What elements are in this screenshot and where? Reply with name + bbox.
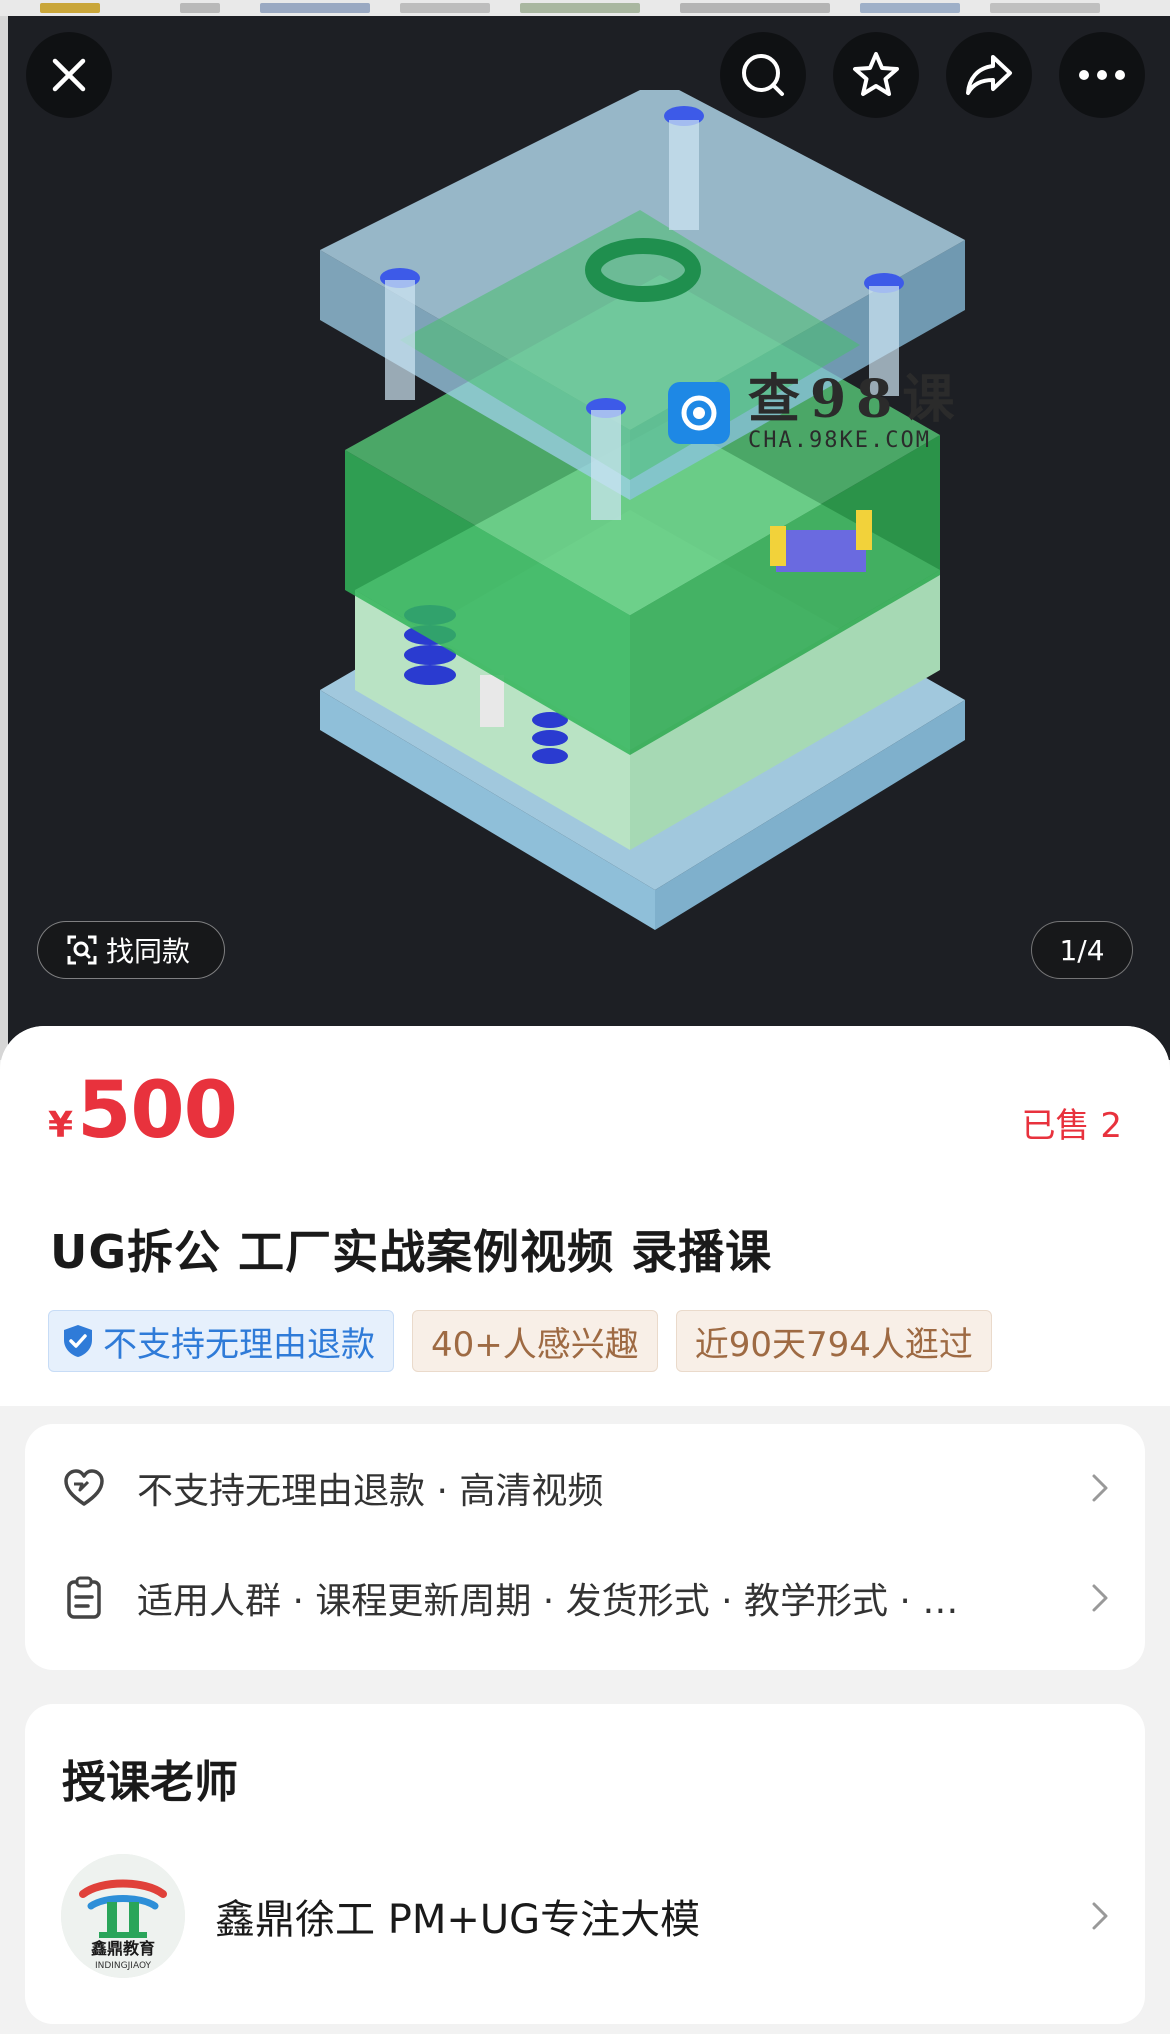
more-icon [1079,70,1125,80]
teacher-section-heading: 授课老师 [62,1757,238,1808]
find-similar-button[interactable]: 找同款 [37,921,225,979]
product-detail-page: 查98课 CHA.98KE.COM 找同款 1/4 ¥ 500 已售 2 UG拆… [0,0,1170,2034]
product-summary-card: ¥ 500 已售 2 UG拆公 工厂实战案例视频 录播课 不支持无理由退款 40… [0,1026,1170,1406]
watermark-logo-icon [668,381,730,444]
interest-count-label: 40+人感兴趣 [431,1324,639,1365]
watermark-title: 查98课 [748,369,965,430]
image-top-toolbar-strip [0,0,1170,16]
service-guarantee-text: 不支持无理由退款 · 高清视频 [137,1471,604,1512]
product-price: ¥ 500 [48,1066,238,1156]
product-image-gallery[interactable]: 查98课 CHA.98KE.COM 找同款 1/4 [0,0,1170,1060]
teacher-profile-row[interactable]: 鑫鼎教育 INDINGJIAOY 鑫鼎徐工 PM+UG专注大模 [61,1850,1109,1982]
course-params-text: 适用人群 · 课程更新周期 · 发货形式 · 教学形式 · … [137,1581,959,1622]
course-params-row[interactable]: 适用人群 · 课程更新周期 · 发货形式 · 教学形式 · … [61,1558,1109,1638]
heart-service-icon [61,1465,107,1511]
service-guarantee-row[interactable]: 不支持无理由退款 · 高清视频 [61,1448,1109,1528]
share-icon [966,55,1012,95]
close-icon [52,58,86,92]
image-pager-indicator: 1/4 [1031,921,1133,979]
price-value: 500 [77,1066,238,1156]
teacher-card: 授课老师 鑫鼎教育 INDINGJIAOY 鑫鼎徐工 PM+UG专注大模 [25,1704,1145,2024]
share-button[interactable] [946,32,1032,118]
teacher-avatar[interactable]: 鑫鼎教育 INDINGJIAOY [61,1854,185,1978]
watermark-subtitle: CHA.98KE.COM [748,428,931,453]
avatar-text: 鑫鼎教育 [90,1939,155,1958]
refund-policy-tag[interactable]: 不支持无理由退款 [48,1310,394,1372]
site-watermark: 查98课 CHA.98KE.COM [668,372,964,453]
mold-3d-model-image [320,90,965,930]
close-button[interactable] [26,32,112,118]
search-button[interactable] [720,32,806,118]
service-info-card: 不支持无理由退款 · 高清视频 适用人群 · 课程更新周期 · 发货形式 · 教… [25,1424,1145,1670]
teacher-name: 鑫鼎徐工 PM+UG专注大模 [215,1897,701,1943]
shield-check-icon [64,1325,92,1357]
scan-search-icon [67,935,97,965]
sold-count: 已售 2 [1021,1106,1122,1146]
chevron-right-icon [1079,1473,1109,1503]
currency-symbol: ¥ [48,1105,74,1146]
more-button[interactable] [1059,32,1145,118]
clipboard-icon [61,1575,107,1621]
favorite-button[interactable] [833,32,919,118]
chevron-right-icon [1079,1583,1109,1613]
star-icon [853,52,899,96]
product-tags: 不支持无理由退款 40+人感兴趣 近90天794人逛过 [48,1310,992,1372]
chevron-right-icon [1079,1901,1109,1931]
find-similar-label: 找同款 [106,935,191,968]
avatar-subtext: INDINGJIAOY [95,1961,152,1971]
visit-count-tag: 近90天794人逛过 [675,1310,992,1372]
search-icon [742,54,784,96]
product-info-panel: ¥ 500 已售 2 UG拆公 工厂实战案例视频 录播课 不支持无理由退款 40… [0,1026,1170,2034]
product-title: UG拆公 工厂实战案例视频 录播课 [50,1225,773,1279]
image-left-edge [0,16,8,1060]
visit-count-label: 近90天794人逛过 [694,1324,973,1365]
refund-policy-tag-label: 不支持无理由退款 [103,1324,375,1365]
interest-count-tag: 40+人感兴趣 [412,1310,658,1372]
